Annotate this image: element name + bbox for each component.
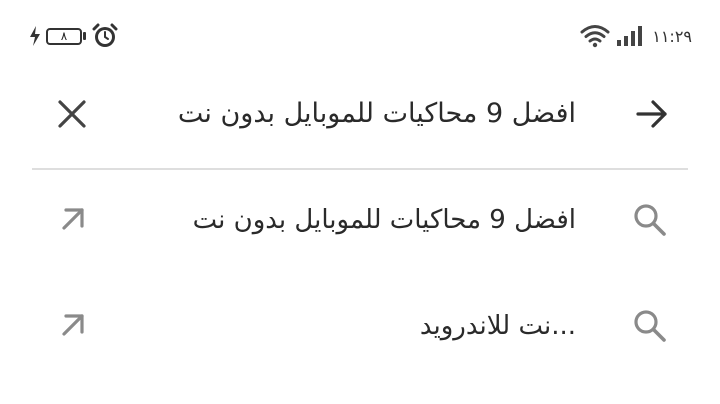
battery-cap	[83, 32, 86, 40]
search-screen: ٨ ١١:٢٩ افضل 9 محاكيات للموبايل بدون نت …	[0, 0, 720, 404]
wifi-icon	[580, 25, 610, 48]
status-bar-right: ١١:٢٩	[580, 20, 692, 52]
search-bar: افضل 9 محاكيات للموبايل بدون نت	[0, 70, 720, 158]
search-icon	[634, 204, 666, 236]
search-icon	[634, 310, 666, 342]
suggestion-text: ...نت للاندرويد	[419, 311, 576, 341]
cellular-signal-icon	[617, 26, 643, 46]
status-bar: ٨ ١١:٢٩	[0, 0, 720, 70]
alarm-clock-icon	[92, 23, 118, 47]
battery-level: ٨	[60, 29, 68, 43]
search-input[interactable]: افضل 9 محاكيات للموبايل بدون نت	[136, 94, 576, 134]
charging-bolt-icon	[30, 26, 40, 46]
close-icon[interactable]	[52, 94, 92, 134]
status-time: ١١:٢٩	[652, 26, 692, 46]
arrow-up-left-icon[interactable]	[54, 200, 92, 238]
status-bar-left: ٨	[28, 20, 118, 52]
suggestion-item[interactable]: ...نت للاندرويد	[0, 276, 720, 376]
arrow-right-icon[interactable]	[632, 94, 672, 134]
suggestion-text: افضل 9 محاكيات للموبايل بدون نت	[192, 205, 576, 235]
suggestion-item[interactable]: افضل 9 محاكيات للموبايل بدون نت	[0, 170, 720, 270]
battery-icon: ٨	[46, 27, 82, 45]
arrow-up-left-icon[interactable]	[54, 306, 92, 344]
